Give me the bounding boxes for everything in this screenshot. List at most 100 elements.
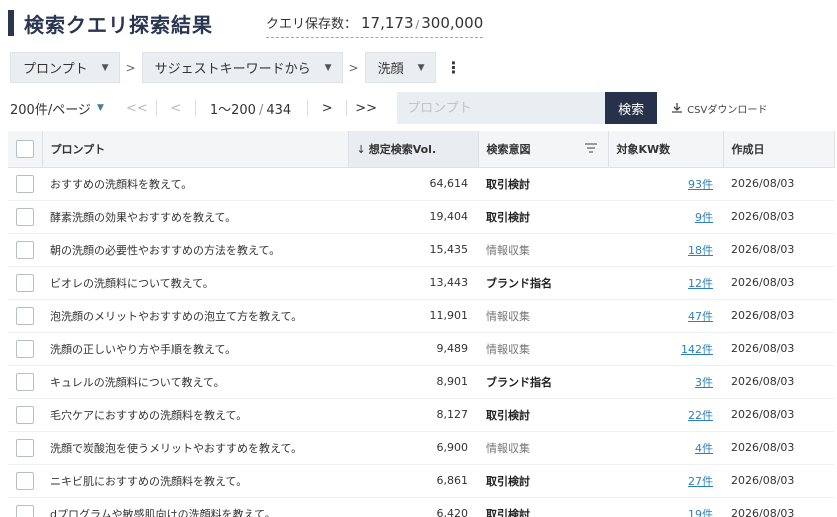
prompt-cell: dプログラムや敏感肌向けの洗顔料を教えて。	[42, 497, 348, 517]
row-checkbox[interactable]	[16, 339, 34, 358]
intent-cell: 取引検討	[478, 200, 608, 234]
kw-count-link[interactable]: 9件	[695, 211, 713, 224]
intent-cell: ブランド指名	[478, 266, 608, 300]
breadcrumb-item-prompt[interactable]: プロンプト ▼	[10, 52, 120, 83]
table-row[interactable]: 洗顔で炭酸泡を使うメリットやおすすめを教えて。 6,900 情報収集 4件 2026/0…	[8, 431, 834, 465]
prompt-cell: おすすめの洗顔料を教えて。	[42, 167, 348, 201]
table-row[interactable]: 酵素洗顔の効果やおすすめを教えて。 19,404 取引検討 9件 2026/08/03	[8, 200, 834, 234]
kw-count-cell: 22件	[608, 398, 723, 432]
kw-count-link[interactable]: 47件	[688, 310, 713, 323]
row-checkbox[interactable]	[16, 174, 34, 193]
per-page-select[interactable]: 200件/ページ ▼	[10, 99, 104, 118]
column-header-label: 想定検索Vol.	[368, 142, 437, 156]
intent-cell: 情報収集	[478, 332, 608, 366]
kw-count-cell: 4件	[608, 431, 723, 465]
pagination: << < 1～200/434 > >>	[122, 99, 381, 118]
volume-cell: 6,861	[348, 464, 478, 498]
row-checkbox[interactable]	[16, 240, 34, 259]
column-header-volume[interactable]: ↓ 想定検索Vol.	[348, 131, 479, 168]
volume-cell: 6,900	[348, 431, 478, 465]
breadcrumb-item-keyword[interactable]: 洗顔 ▼	[364, 52, 436, 83]
csv-download-button[interactable]: CSVダウンロード	[671, 101, 767, 116]
column-header-created[interactable]: 作成日	[723, 131, 835, 168]
created-date-cell: 2026/08/03	[723, 233, 834, 267]
kw-count-link[interactable]: 19件	[688, 508, 713, 517]
table-row[interactable]: ニキビ肌におすすめの洗顔料を教えて。 6,861 取引検討 27件 2026/08/03	[8, 464, 834, 498]
select-all-checkbox[interactable]	[16, 139, 34, 158]
prompt-cell: 泡洗顔のメリットやおすすめの泡立て方を教えて。	[42, 299, 348, 333]
volume-cell: 8,127	[348, 398, 478, 432]
quota-label: クエリ保存数：	[266, 17, 358, 32]
volume-cell: 6,420	[348, 497, 478, 517]
table-row[interactable]: 泡洗顔のメリットやおすすめの泡立て方を教えて。 11,901 情報収集 47件 2026…	[8, 299, 834, 333]
volume-cell: 19,404	[348, 200, 478, 234]
volume-cell: 64,614	[348, 167, 478, 201]
row-checkbox[interactable]	[16, 471, 34, 490]
volume-cell: 8,901	[348, 365, 478, 399]
kw-count-link[interactable]: 22件	[688, 409, 713, 422]
table-row[interactable]: キュレルの洗顔料について教えて。 8,901 ブランド指名 3件 2026/08/03	[8, 365, 834, 399]
row-select-cell	[8, 167, 42, 201]
prompt-cell: 洗顔の正しいやり方や手順を教えて。	[42, 332, 348, 366]
row-checkbox[interactable]	[16, 207, 34, 226]
table-row[interactable]: ビオレの洗顔料について教えて。 13,443 ブランド指名 12件 2026/08/03	[8, 266, 834, 300]
page-title: 検索クエリ探索結果	[24, 12, 213, 37]
row-checkbox[interactable]	[16, 504, 34, 517]
column-header-prompt[interactable]: プロンプト	[42, 131, 349, 168]
row-select-cell	[8, 266, 42, 300]
row-checkbox[interactable]	[16, 438, 34, 457]
kw-count-link[interactable]: 3件	[695, 376, 713, 389]
prompt-cell: 朝の洗顔の必要性やおすすめの方法を教えて。	[42, 233, 348, 267]
table-body: おすすめの洗顔料を教えて。 64,614 取引検討 93件 2026/08/03 酵素洗顔…	[8, 167, 834, 517]
intent-cell: 情報収集	[478, 299, 608, 333]
first-page-button[interactable]: <<	[122, 101, 152, 116]
kw-count-link[interactable]: 12件	[688, 277, 713, 290]
kw-count-link[interactable]: 27件	[688, 475, 713, 488]
row-checkbox[interactable]	[16, 405, 34, 424]
row-select-cell	[8, 299, 42, 333]
last-page-button[interactable]: >>	[351, 101, 381, 116]
range-start: 1～200	[209, 102, 256, 118]
breadcrumb-separator: >	[348, 60, 359, 75]
column-header-intent[interactable]: 検索意図	[478, 131, 609, 168]
title-accent-bar	[8, 10, 14, 36]
table-header-row: プロンプト ↓ 想定検索Vol. 検索意図 対象KW数 作成日	[8, 131, 835, 168]
table-row[interactable]: 洗顔の正しいやり方や手順を教えて。 9,489 情報収集 142件 2026/08/03	[8, 332, 834, 366]
toolbar: 200件/ページ ▼ << < 1～200/434 > >> 検索 CSVダウン…	[10, 92, 830, 124]
breadcrumb-label: サジェストキーワードから	[154, 62, 311, 77]
prompt-search-input[interactable]	[397, 92, 606, 124]
next-page-button[interactable]: >	[312, 101, 342, 116]
created-date-cell: 2026/08/03	[723, 431, 834, 465]
quota-used: 17,173	[361, 14, 414, 32]
prev-page-button[interactable]: <	[161, 101, 191, 116]
row-select-cell	[8, 332, 42, 366]
created-date-cell: 2026/08/03	[723, 365, 834, 399]
table-row[interactable]: 毛穴ケアにおすすめの洗顔料を教えて。 8,127 取引検討 22件 2026/08/03	[8, 398, 834, 432]
breadcrumb-item-source[interactable]: サジェストキーワードから ▼	[141, 52, 343, 83]
kw-count-link[interactable]: 18件	[688, 244, 713, 257]
row-checkbox[interactable]	[16, 273, 34, 292]
kw-count-link[interactable]: 93件	[688, 178, 713, 191]
volume-cell: 13,443	[348, 266, 478, 300]
search-button[interactable]: 検索	[605, 92, 658, 124]
kw-count-link[interactable]: 4件	[695, 442, 713, 455]
filter-icon[interactable]	[584, 142, 598, 154]
kw-count-cell: 93件	[608, 167, 723, 201]
kw-count-cell: 12件	[608, 266, 723, 300]
table-row[interactable]: 朝の洗顔の必要性やおすすめの方法を教えて。 15,435 情報収集 18件 2026/0…	[8, 233, 834, 267]
more-options-icon[interactable]: ⋮	[446, 58, 462, 77]
table-row[interactable]: おすすめの洗顔料を教えて。 64,614 取引検討 93件 2026/08/03	[8, 167, 834, 201]
prompt-cell: ビオレの洗顔料について教えて。	[42, 266, 348, 300]
column-header-kw-count[interactable]: 対象KW数	[608, 131, 724, 168]
prompt-cell: ニキビ肌におすすめの洗顔料を教えて。	[42, 464, 348, 498]
row-checkbox[interactable]	[16, 372, 34, 391]
row-checkbox[interactable]	[16, 306, 34, 325]
kw-count-link[interactable]: 142件	[681, 343, 713, 356]
prompt-table: プロンプト ↓ 想定検索Vol. 検索意図 対象KW数 作成日 おすすめの洗顔料を…	[8, 131, 835, 517]
created-date-cell: 2026/08/03	[723, 398, 834, 432]
intent-cell: 情報収集	[478, 431, 608, 465]
breadcrumb-separator: >	[125, 60, 136, 75]
csv-download-label: CSVダウンロード	[687, 104, 768, 116]
table-row[interactable]: dプログラムや敏感肌向けの洗顔料を教えて。 6,420 取引検討 19件 2026/08…	[8, 497, 834, 517]
kw-count-cell: 142件	[608, 332, 723, 366]
